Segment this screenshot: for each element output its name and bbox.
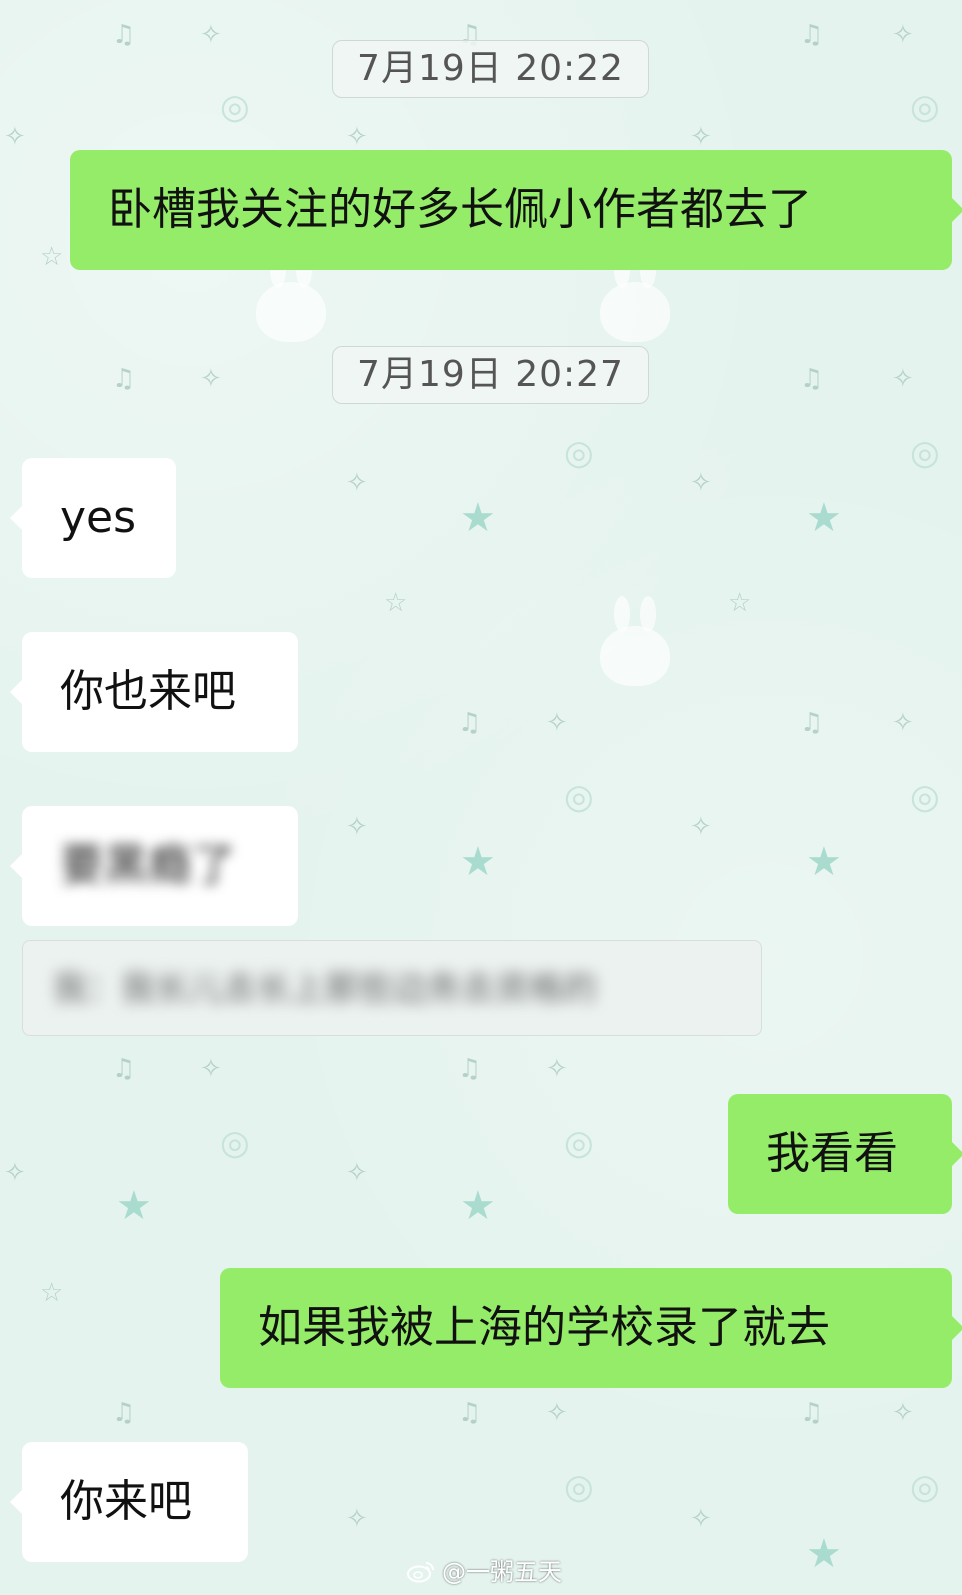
swirl-icon: ◎ [220,87,250,127]
music-note-icon: ♫ [800,1398,824,1428]
sparkle-icon: ✧ [690,812,712,842]
received-message-bubble[interactable]: yes [10,458,176,578]
sparkle-icon: ✧ [546,708,568,738]
sparkle-icon: ✧ [346,468,368,498]
star-icon: ★ [806,1531,842,1577]
sparkle-icon: ✧ [892,1398,914,1428]
sparkle-icon: ✧ [200,20,222,50]
swirl-icon: ◎ [910,87,940,127]
sparkle-icon: ✧ [690,122,712,152]
star-icon: ★ [460,839,496,885]
sent-message-bubble[interactable]: 卧槽我关注的好多长佩小作者都去了 [70,150,962,270]
sparkle-icon: ✧ [346,1504,368,1534]
star-icon: ★ [460,1183,496,1229]
star-icon: ★ [460,495,496,541]
swirl-icon: ◎ [220,1123,250,1163]
sparkle-icon: ✧ [546,1054,568,1084]
bunny-icon [256,252,326,342]
music-note-icon: ♫ [112,1398,136,1428]
swirl-icon: ◎ [564,777,594,817]
sparkle-icon: ✧ [690,468,712,498]
music-note-icon: ♫ [112,20,136,50]
sparkle-icon: ✧ [346,122,368,152]
music-note-icon: ♫ [800,20,824,50]
music-note-icon: ♫ [458,708,482,738]
sparkle-icon: ✧ [4,1158,26,1188]
swirl-icon: ◎ [564,1467,594,1507]
swirl-icon: ◎ [564,1123,594,1163]
quoted-message[interactable]: 我：我长儿去长上那些边务去资格的 [22,940,762,1036]
watermark-text: @一粥五天 [442,1558,562,1586]
sparkle-icon: ✧ [892,20,914,50]
received-message-bubble[interactable]: 你来吧 [10,1442,248,1562]
weibo-icon [407,1562,434,1583]
blurred-message-text: 要黑瘾了 [60,840,236,891]
music-note-icon: ♫ [800,364,824,394]
swirl-icon: ◎ [910,433,940,473]
star-outline-icon: ☆ [40,242,64,272]
blurred-quote-text: 我：我长儿去长上那些边务去资格的 [53,969,597,1009]
star-icon: ★ [116,1183,152,1229]
sent-message-bubble[interactable]: 我看看 [728,1094,962,1214]
music-note-icon: ♫ [112,1054,136,1084]
star-outline-icon: ☆ [728,588,752,618]
sparkle-icon: ✧ [4,122,26,152]
sparkle-icon: ✧ [690,1504,712,1534]
swirl-icon: ◎ [910,777,940,817]
sparkle-icon: ✧ [892,708,914,738]
music-note-icon: ♫ [458,1054,482,1084]
bunny-icon [600,596,670,686]
swirl-icon: ◎ [564,433,594,473]
weibo-watermark: @一粥五天 [406,1556,562,1588]
bunny-icon [600,252,670,342]
sent-message-bubble[interactable]: 如果我被上海的学校录了就去 [220,1268,962,1388]
sparkle-icon: ✧ [200,1054,222,1084]
swirl-icon: ◎ [910,1467,940,1507]
message-timestamp: 7月19日 20:27 [332,346,649,404]
sparkle-icon: ✧ [892,364,914,394]
star-icon: ★ [806,495,842,541]
message-timestamp: 7月19日 20:22 [332,40,649,98]
sparkle-icon: ✧ [346,812,368,842]
music-note-icon: ♫ [800,708,824,738]
music-note-icon: ♫ [458,1398,482,1428]
sparkle-icon: ✧ [346,1158,368,1188]
sparkle-icon: ✧ [200,364,222,394]
received-message-bubble[interactable]: 要黑瘾了 [10,806,298,926]
star-outline-icon: ☆ [384,588,408,618]
sparkle-icon: ✧ [546,1398,568,1428]
star-icon: ★ [806,839,842,885]
star-outline-icon: ☆ [40,1278,64,1308]
received-message-bubble[interactable]: 你也来吧 [10,632,298,752]
music-note-icon: ♫ [112,364,136,394]
